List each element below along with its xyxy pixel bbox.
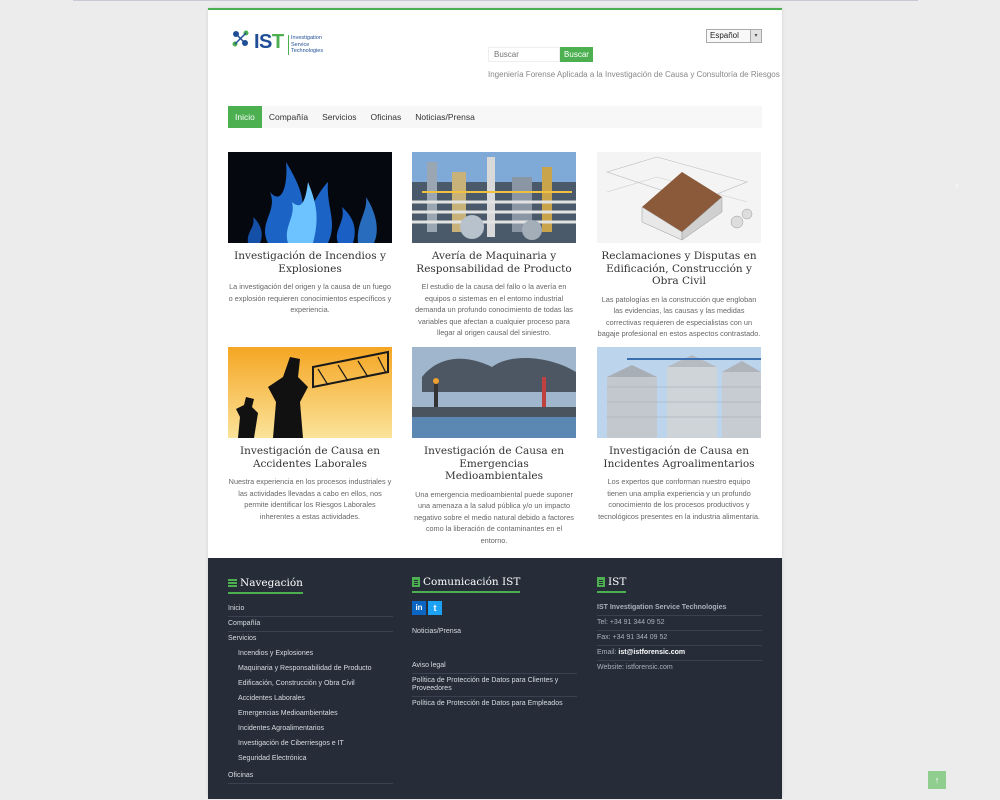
card-title[interactable]: Investigación de Causa en Accidentes Lab… <box>228 445 392 470</box>
footer-link-inicio[interactable]: Inicio <box>228 602 393 617</box>
footer-link-aviso-legal[interactable]: Aviso legal <box>412 659 577 674</box>
card-text: Una emergencia medioambiental puede supo… <box>414 489 574 545</box>
linkedin-icon[interactable]: in <box>412 601 426 615</box>
footer-link-compania[interactable]: Compañía <box>228 617 393 632</box>
main-nav: Inicio Compañía Servicios Oficinas Notic… <box>228 106 762 128</box>
card-title[interactable]: Investigación de Incendios y Explosiones <box>228 250 392 275</box>
footer-sublink[interactable]: Edificación, Construcción y Obra Civil <box>228 676 393 691</box>
social-links: in t <box>412 601 577 615</box>
logo-wordmark: IST <box>254 31 284 53</box>
contact-fax: Fax: +34 91 344 09 52 <box>597 631 762 646</box>
document-icon <box>412 577 420 587</box>
search-button[interactable]: Buscar <box>560 47 593 62</box>
nav-item-noticias[interactable]: Noticias/Prensa <box>408 106 482 128</box>
footer-ist-heading: IST <box>597 576 627 593</box>
footer-contact: IST IST Investigation Service Technologi… <box>597 574 762 675</box>
silos-image[interactable] <box>597 347 761 438</box>
chevron-down-icon: ▾ <box>750 30 761 42</box>
card-text: Las patologías en la construcción que en… <box>597 294 761 339</box>
card-text: Nuestra experiencia en los procesos indu… <box>228 477 392 521</box>
service-card-machinery[interactable]: Avería de Maquinaria y Responsabilidad d… <box>412 152 576 339</box>
contact-email-row: Email: ist@istforensic.com <box>597 646 762 661</box>
company-name: IST Investigation Service Technologies <box>597 601 762 616</box>
footer-link-privacy-clients[interactable]: Política de Protección de Datos para Cli… <box>412 674 577 697</box>
twitter-icon[interactable]: t <box>428 601 442 615</box>
card-text: El estudio de la causa del fallo o la av… <box>415 282 573 337</box>
footer-link-oficinas[interactable]: Oficinas <box>228 769 393 784</box>
search-input[interactable] <box>488 47 560 62</box>
contact-email-link[interactable]: ist@istforensic.com <box>618 649 685 656</box>
footer-link-noticias[interactable]: Noticias/Prensa <box>412 625 577 639</box>
logo-mark-icon <box>232 30 249 47</box>
logo-subtitle: Investigation Service Technologies <box>288 35 323 55</box>
card-title[interactable]: Investigación de Causa en Emergencias Me… <box>412 445 576 483</box>
language-select[interactable]: Español ▾ <box>706 29 762 43</box>
footer-sublink[interactable]: Emergencias Medioambientales <box>228 706 393 721</box>
card-text: La investigación del origen y la causa d… <box>228 282 392 314</box>
fire-image[interactable] <box>228 152 392 243</box>
footer-sublink[interactable]: Investigación de Ciberriesgos e IT <box>228 736 393 751</box>
refinery-image[interactable] <box>412 152 576 243</box>
nav-item-servicios[interactable]: Servicios <box>315 106 363 128</box>
chevron-right-icon: › <box>955 180 959 191</box>
footer-comm-heading: Comunicación IST <box>412 576 521 593</box>
menu-icon <box>228 579 237 587</box>
arrow-up-icon[interactable]: ↑ <box>928 771 946 789</box>
footer-communication: Comunicación IST in t Noticias/Prensa Av… <box>412 574 577 711</box>
top-divider <box>73 0 918 1</box>
workers-sunset-image[interactable] <box>228 347 392 438</box>
footer-sublink[interactable]: Maquinaria y Responsabilidad de Producto <box>228 661 393 676</box>
nav-item-inicio[interactable]: Inicio <box>228 106 262 128</box>
footer-sublink[interactable]: Incendios y Explosiones <box>228 646 393 661</box>
card-title[interactable]: Avería de Maquinaria y Responsabilidad d… <box>412 250 576 275</box>
service-card-workplace[interactable]: Investigación de Causa en Accidentes Lab… <box>228 347 392 522</box>
contact-website[interactable]: Website: istforensic.com <box>597 661 762 675</box>
contact-tel: Tel: +34 91 344 09 52 <box>597 616 762 631</box>
service-card-fire[interactable]: Investigación de Incendios y Explosiones… <box>228 152 392 316</box>
footer-navigation: Navegación Inicio Compañía Servicios Inc… <box>228 574 393 784</box>
page-container: IST Investigation Service Technologies E… <box>208 8 782 799</box>
industrial-smoke-image[interactable] <box>412 347 576 438</box>
footer-nav-heading: Navegación <box>228 577 303 594</box>
footer-sublink[interactable]: Accidentes Laborales <box>228 691 393 706</box>
nav-item-oficinas[interactable]: Oficinas <box>364 106 409 128</box>
footer-sublink[interactable]: Seguridad Electrónica <box>228 751 393 766</box>
footer-link-privacy-employees[interactable]: Política de Protección de Datos para Emp… <box>412 697 577 711</box>
nav-item-compania[interactable]: Compañía <box>262 106 315 128</box>
service-card-environment[interactable]: Investigación de Causa en Emergencias Me… <box>412 347 576 546</box>
card-text: Los expertos que conforman nuestro equip… <box>598 477 760 521</box>
document-icon <box>597 577 605 587</box>
footer-link-servicios[interactable]: Servicios <box>228 632 393 646</box>
service-card-agrifood[interactable]: Investigación de Causa en Incidentes Agr… <box>597 347 761 522</box>
site-tagline: Ingeniería Forense Aplicada a la Investi… <box>488 70 780 79</box>
service-card-construction[interactable]: Reclamaciones y Disputas en Edificación,… <box>597 152 761 340</box>
site-footer: Navegación Inicio Compañía Servicios Inc… <box>208 558 782 799</box>
house-model-image[interactable] <box>597 152 761 243</box>
footer-sublink[interactable]: Incidentes Agroalimentarios <box>228 721 393 736</box>
language-value: Español <box>710 31 739 40</box>
card-title[interactable]: Reclamaciones y Disputas en Edificación,… <box>597 250 761 288</box>
services-grid: Investigación de Incendios y Explosiones… <box>228 152 762 545</box>
site-logo[interactable]: IST Investigation Service Technologies <box>230 28 330 62</box>
card-title[interactable]: Investigación de Causa en Incidentes Agr… <box>597 445 761 470</box>
